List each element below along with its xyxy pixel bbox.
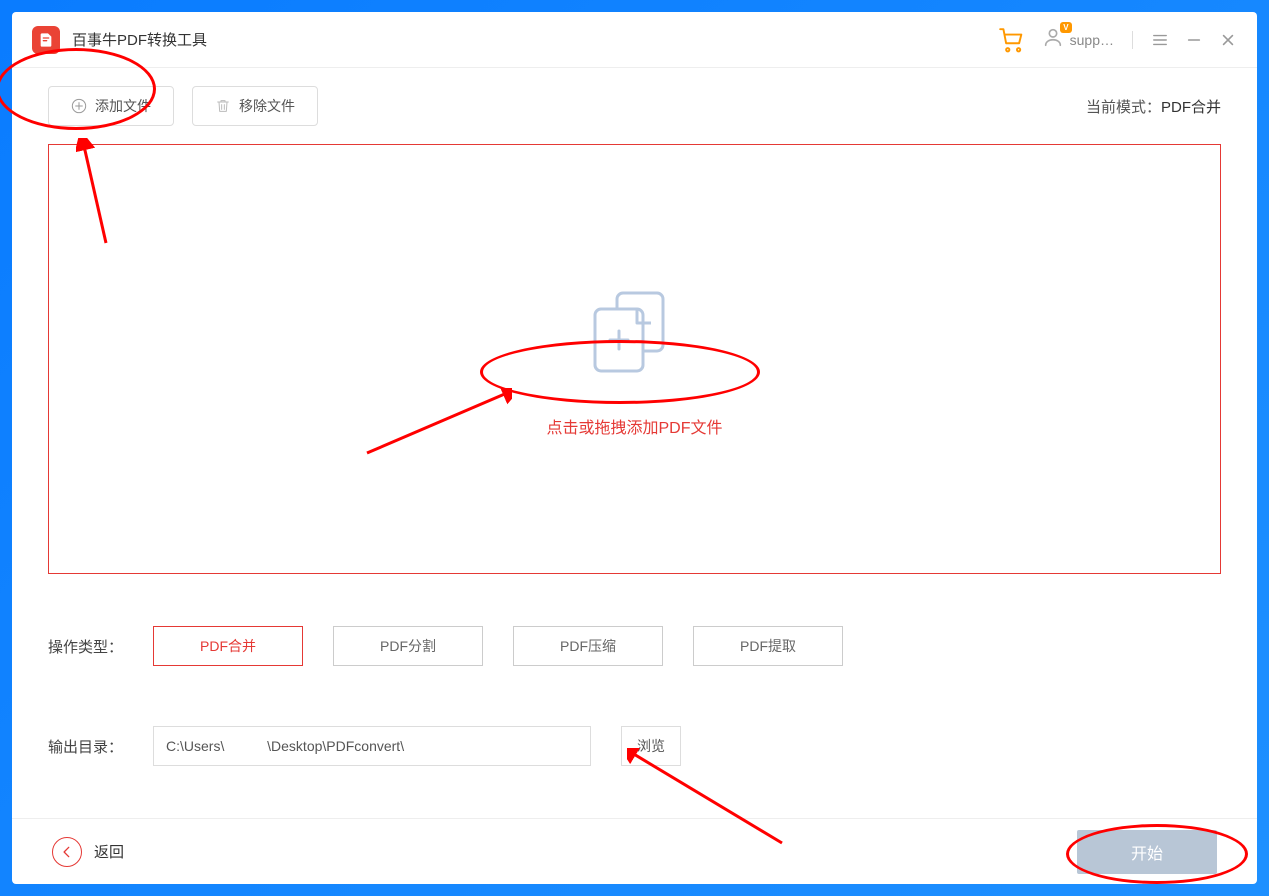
footer-bar: 返回 开始	[12, 818, 1257, 884]
back-button[interactable]: 返回	[52, 837, 124, 867]
remove-file-label: 移除文件	[239, 96, 295, 116]
user-icon: V	[1042, 26, 1064, 53]
divider	[1132, 31, 1133, 49]
add-file-button[interactable]: 添加文件	[48, 86, 174, 126]
add-file-label: 添加文件	[95, 96, 151, 116]
cart-icon[interactable]	[998, 27, 1024, 53]
app-logo-icon	[32, 26, 60, 54]
menu-icon[interactable]	[1151, 31, 1169, 49]
add-document-icon	[585, 281, 685, 386]
browse-button[interactable]: 浏览	[621, 726, 681, 766]
output-label: 输出目录：	[48, 736, 123, 757]
plus-circle-icon	[71, 98, 87, 114]
back-arrow-icon	[52, 837, 82, 867]
user-account-button[interactable]: V supp…	[1042, 26, 1114, 53]
op-pdf-extract[interactable]: PDF提取	[693, 626, 843, 666]
content-area: 添加文件 移除文件 当前模式：PDF合并 点击或拖拽添加PDF文件	[12, 68, 1257, 818]
user-label: supp…	[1070, 32, 1114, 48]
drop-zone-text: 点击或拖拽添加PDF文件	[546, 414, 722, 438]
output-path-input[interactable]	[153, 726, 591, 766]
op-pdf-compress[interactable]: PDF压缩	[513, 626, 663, 666]
minimize-icon[interactable]	[1185, 31, 1203, 49]
file-toolbar: 添加文件 移除文件 当前模式：PDF合并	[48, 86, 1221, 126]
remove-file-button[interactable]: 移除文件	[192, 86, 318, 126]
start-button[interactable]: 开始	[1077, 830, 1217, 874]
file-drop-zone[interactable]: 点击或拖拽添加PDF文件	[48, 144, 1221, 574]
current-mode-label: 当前模式：PDF合并	[1086, 96, 1221, 117]
operation-type-row: 操作类型： PDF合并 PDF分割 PDF压缩 PDF提取	[48, 626, 1221, 666]
op-pdf-split[interactable]: PDF分割	[333, 626, 483, 666]
operation-options: PDF合并 PDF分割 PDF压缩 PDF提取	[153, 626, 843, 666]
op-pdf-merge[interactable]: PDF合并	[153, 626, 303, 666]
operation-label: 操作类型：	[48, 636, 123, 657]
vip-badge-icon: V	[1060, 22, 1071, 33]
app-title: 百事牛PDF转换工具	[72, 29, 207, 50]
trash-icon	[215, 98, 231, 114]
output-row: 输出目录： 浏览	[48, 726, 1221, 766]
app-window: 百事牛PDF转换工具 V supp…	[12, 12, 1257, 884]
title-bar: 百事牛PDF转换工具 V supp…	[12, 12, 1257, 68]
close-icon[interactable]	[1219, 31, 1237, 49]
back-label: 返回	[94, 841, 124, 862]
